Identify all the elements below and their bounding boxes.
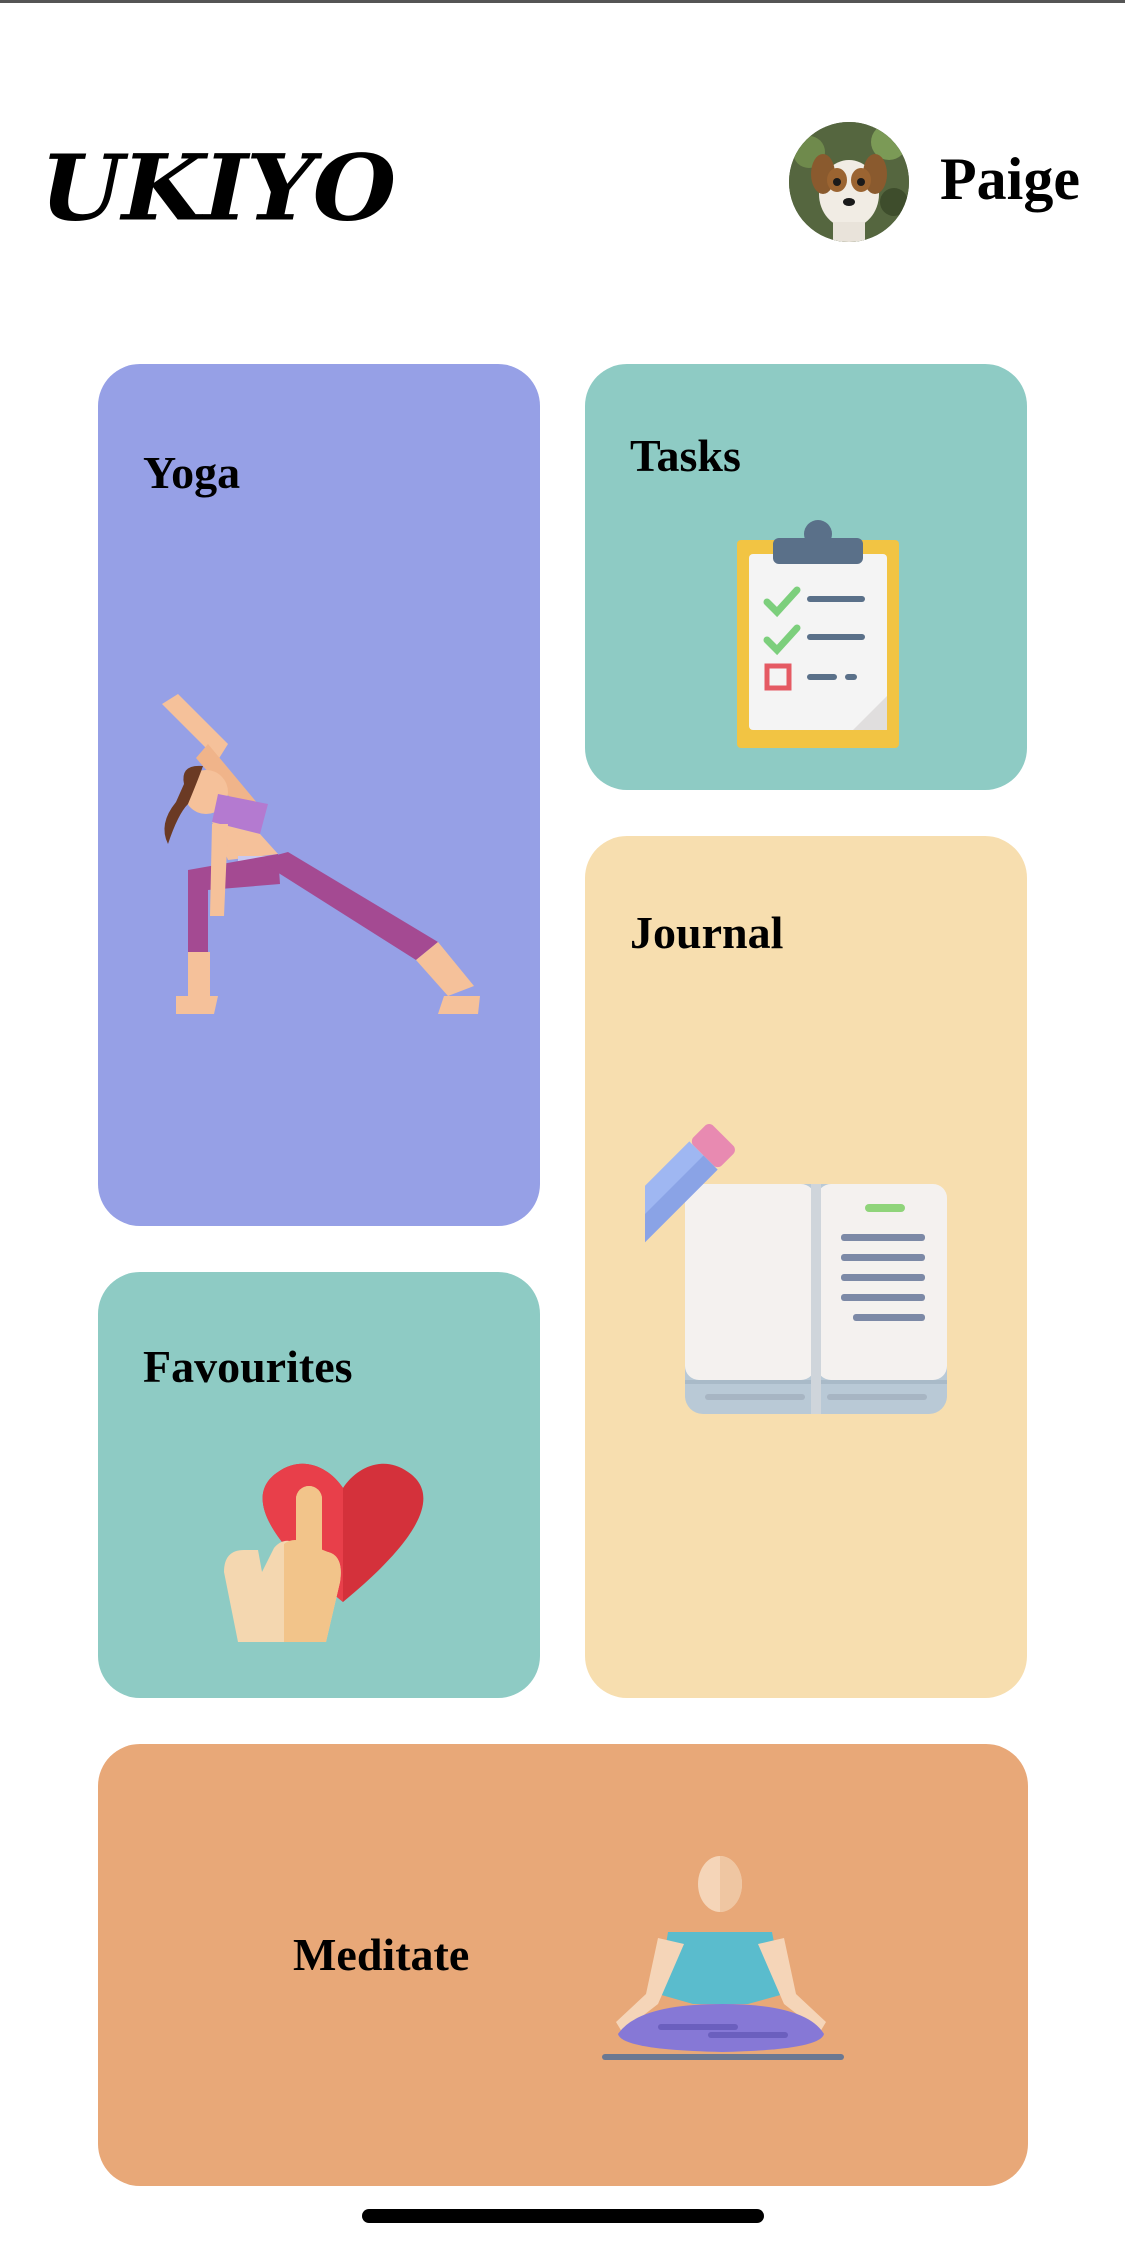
meditate-card-title: Meditate [293,1929,470,1980]
tasks-card-title: Tasks [630,430,741,481]
user-name[interactable]: Paige [940,145,1080,214]
heart-hand-icon [224,1463,424,1642]
clipboard-checklist-icon [737,520,899,748]
home-indicator[interactable] [362,2209,764,2223]
app-logo: UKIYO [40,133,396,242]
favourites-card-title: Favourites [143,1341,353,1392]
tasks-card[interactable]: Tasks [585,364,1027,790]
journal-card-title: Journal [630,907,784,958]
yoga-card[interactable]: Yoga [98,364,540,1226]
journal-card[interactable]: Journal [585,836,1027,1698]
open-book-pencil-icon [645,1124,947,1414]
status-bar-border [0,0,1125,3]
avatar[interactable] [789,122,909,242]
yoga-card-title: Yoga [143,447,241,498]
yoga-pose-icon [162,694,480,1014]
meditate-card[interactable]: Meditate [98,1744,1028,2186]
dog-avatar-icon [789,122,909,242]
favourites-card[interactable]: Favourites [98,1272,540,1698]
meditation-icon [602,1856,844,2060]
